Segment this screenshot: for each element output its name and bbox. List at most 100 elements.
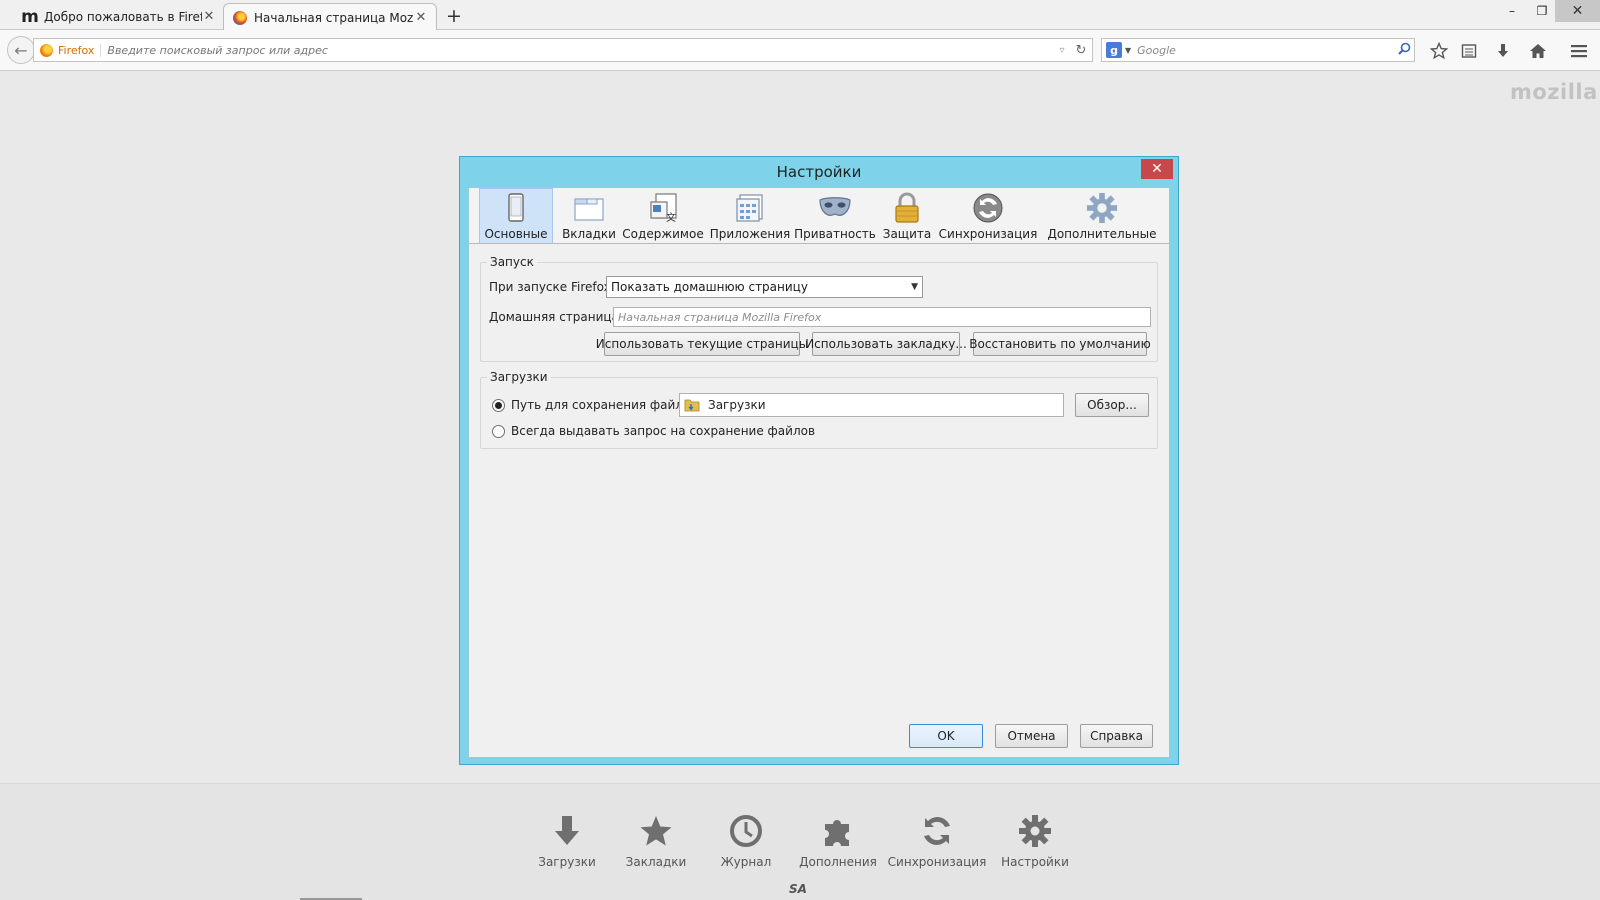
- cancel-button[interactable]: Отмена: [995, 724, 1068, 748]
- launcher-label: Синхронизация: [887, 855, 987, 869]
- navigation-toolbar: ← Firefox Введите поисковый запрос или а…: [0, 30, 1600, 71]
- launcher-addons[interactable]: Дополнения: [799, 813, 877, 869]
- tab-start-page[interactable]: Начальная страница Mozi... ✕: [223, 3, 437, 31]
- ok-button[interactable]: OK: [909, 724, 983, 748]
- use-bookmark-button[interactable]: Использовать закладку...: [805, 332, 967, 356]
- dialog-title: Настройки: [776, 163, 862, 181]
- downloads-icon[interactable]: [1492, 40, 1514, 62]
- launcher-history[interactable]: Журнал: [721, 813, 771, 869]
- launcher-label: Журнал: [720, 855, 772, 869]
- window-restore-button[interactable]: ❐: [1527, 0, 1557, 22]
- url-history-dropdown-icon[interactable]: ▿: [1054, 45, 1070, 56]
- pane-tab-tabs[interactable]: Вкладки: [559, 188, 619, 243]
- chevron-down-icon: ▼: [911, 282, 918, 292]
- help-button[interactable]: Справка: [1080, 724, 1153, 748]
- bookmark-star-icon[interactable]: [1428, 40, 1450, 62]
- launcher-bookmarks[interactable]: Закладки: [626, 813, 686, 869]
- home-page-input[interactable]: Начальная страница Mozilla Firefox: [613, 307, 1151, 327]
- startup-group: Запуск При запуске Firefox: Показать дом…: [480, 255, 1158, 362]
- pane-tab-general[interactable]: Основные: [479, 188, 553, 243]
- engine-dropdown-icon[interactable]: ▼: [1125, 46, 1131, 55]
- sync-icon: [971, 191, 1005, 225]
- tab-strip: m Добро пожаловать в Firefox ✕ Начальная…: [0, 0, 1600, 31]
- pane-tab-label: Основные: [484, 227, 548, 241]
- tab-welcome[interactable]: m Добро пожаловать в Firefox ✕: [14, 3, 224, 30]
- use-current-pages-button[interactable]: Использовать текущие страницы: [596, 332, 808, 356]
- pane-tab-label: Вкладки: [562, 227, 616, 241]
- on-start-label: При запуске Firefox:: [489, 280, 615, 294]
- svg-text:文: 文: [666, 211, 676, 224]
- launcher-downloads[interactable]: Загрузки: [538, 813, 596, 869]
- pane-tab-label: Защита: [882, 227, 932, 241]
- clock-icon: [729, 813, 763, 849]
- launcher-label: Закладки: [625, 855, 687, 869]
- window-minimize-button[interactable]: –: [1497, 0, 1527, 22]
- google-engine-icon[interactable]: g: [1106, 42, 1122, 58]
- on-start-value: Показать домашнюю страницу: [611, 280, 808, 294]
- padlock-icon: [890, 191, 924, 225]
- startup-legend: Запуск: [487, 255, 537, 269]
- launcher-label: Загрузки: [538, 855, 596, 869]
- firefox-logo-icon: [232, 10, 248, 26]
- on-start-select[interactable]: Показать домашнюю страницу ▼: [606, 276, 923, 298]
- pane-tab-label: Приложения: [709, 227, 791, 241]
- url-bar[interactable]: Firefox Введите поисковый запрос или адр…: [33, 38, 1093, 62]
- save-path-label: Путь для сохранения файлов: [511, 398, 698, 412]
- pane-tab-advanced[interactable]: Дополнительные: [1045, 188, 1159, 243]
- pane-tab-privacy[interactable]: Приватность: [794, 188, 876, 243]
- downloads-group: Загрузки Путь для сохранения файлов Загр…: [480, 370, 1158, 449]
- pane-tab-label: Приватность: [794, 227, 876, 241]
- launcher-label: Настройки: [1001, 855, 1069, 869]
- launcher-settings[interactable]: Настройки: [1001, 813, 1069, 869]
- mozilla-wordmark: mozilla: [1510, 80, 1598, 104]
- pane-tab-security[interactable]: Защита: [882, 188, 932, 243]
- home-icon[interactable]: [1527, 40, 1549, 62]
- window-close-button[interactable]: ✕: [1555, 0, 1600, 22]
- new-tab-button[interactable]: +: [444, 5, 464, 27]
- bookmarks-menu-icon[interactable]: [1458, 40, 1480, 62]
- arrow-left-icon: ←: [14, 40, 28, 60]
- always-ask-radio[interactable]: [492, 425, 505, 438]
- dialog-close-button[interactable]: ✕: [1141, 159, 1173, 179]
- privacy-mask-icon: [818, 191, 852, 225]
- search-bar[interactable]: g ▼ Google: [1101, 38, 1415, 62]
- pane-tab-label: Синхронизация: [938, 227, 1038, 241]
- pane-tab-content[interactable]: 文 Содержимое: [622, 188, 704, 243]
- preference-pane-tabs: Основные Вкладки 文 Содержимое Приложения: [469, 188, 1169, 244]
- home-page-label: Домашняя страница:: [489, 310, 623, 324]
- search-icon[interactable]: [1394, 42, 1414, 59]
- settings-dialog: Настройки ✕ Основные Вкладки 文 Содержимо…: [459, 156, 1179, 765]
- gear-icon: [1018, 813, 1052, 849]
- content-icon: 文: [646, 191, 680, 225]
- pane-tab-applications[interactable]: Приложения: [709, 188, 791, 243]
- pane-tab-label: Дополнительные: [1047, 227, 1157, 241]
- dialog-body: Основные Вкладки 文 Содержимое Приложения: [468, 187, 1170, 758]
- tab-close-icon[interactable]: ✕: [414, 10, 428, 25]
- download-icon: [550, 813, 584, 849]
- menu-hamburger-icon[interactable]: [1568, 40, 1590, 62]
- save-path-radio[interactable]: [492, 399, 505, 412]
- tab-title: Добро пожаловать в Firefox: [44, 9, 202, 24]
- url-input[interactable]: Введите поисковый запрос или адрес: [107, 44, 1054, 57]
- star-icon: [639, 813, 673, 849]
- launcher-label: Дополнения: [799, 855, 877, 869]
- pane-tab-sync[interactable]: Синхронизация: [938, 188, 1038, 243]
- applications-icon: [733, 191, 767, 225]
- launcher-sync[interactable]: Синхронизация: [888, 813, 986, 869]
- browse-button[interactable]: Обзор...: [1075, 393, 1149, 417]
- download-folder-field[interactable]: Загрузки: [679, 393, 1064, 417]
- sync-icon: [920, 813, 954, 849]
- reload-icon[interactable]: ↻: [1070, 43, 1092, 58]
- launcher-bar: Загрузки Закладки Журнал Дополнения Синх…: [0, 783, 1600, 900]
- back-button[interactable]: ←: [7, 36, 35, 64]
- puzzle-icon: [821, 813, 855, 849]
- always-ask-label: Всегда выдавать запрос на сохранение фай…: [511, 424, 816, 438]
- gear-icon: [1085, 191, 1119, 225]
- firefox-identity-icon: [40, 43, 53, 57]
- search-input[interactable]: Google: [1137, 44, 1394, 57]
- restore-default-button[interactable]: Восстановить по умолчанию: [969, 332, 1151, 356]
- footer-mark: SA: [789, 882, 807, 896]
- identity-label: Firefox: [58, 43, 102, 57]
- folder-icon: [684, 399, 700, 412]
- tab-close-icon[interactable]: ✕: [202, 9, 216, 24]
